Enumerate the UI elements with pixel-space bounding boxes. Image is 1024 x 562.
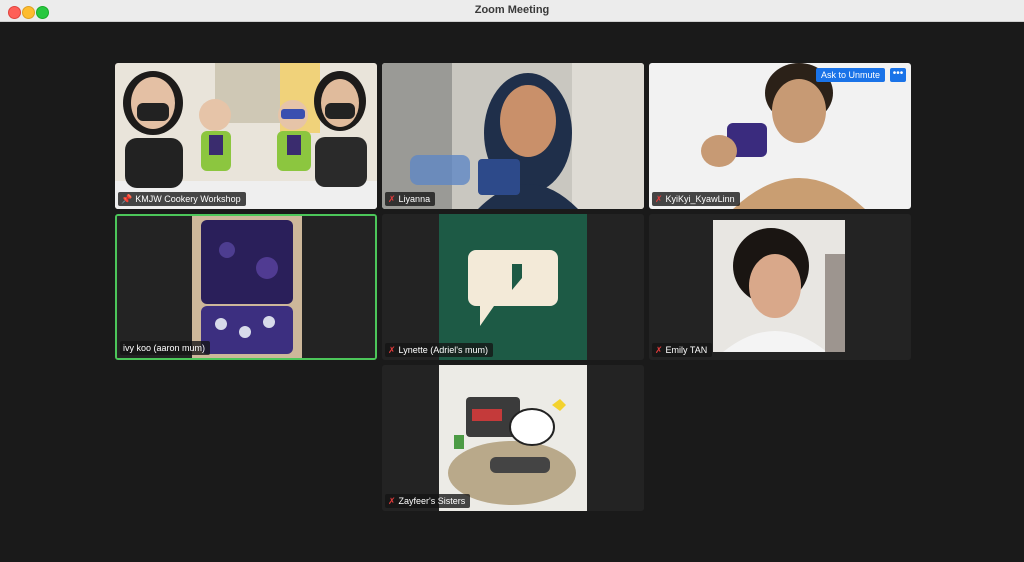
participant-tile[interactable]: ✗ Zayfeer's Sisters [382, 365, 644, 511]
participant-name: Liyanna [398, 194, 431, 204]
video-gallery: 📌 KMJW Cookery Workshop ✗ Liyanna Ask to… [0, 22, 1024, 562]
participant-tile[interactable]: ✗ Liyanna [382, 63, 644, 209]
participant-name-tag: ✗ Liyanna [385, 192, 436, 206]
participant-name: KMJW Cookery Workshop [135, 194, 241, 204]
video-feed [649, 214, 911, 360]
video-feed [382, 214, 644, 360]
window-title: Zoom Meeting [474, 4, 550, 16]
mic-off-icon: ✗ [655, 194, 663, 204]
participant-name: ivy koo (aaron mum) [123, 343, 206, 353]
more-options-button[interactable]: ••• [890, 68, 906, 82]
participant-name-tag: ivy koo (aaron mum) [120, 341, 211, 355]
participant-name-tag: ✗ Zayfeer's Sisters [385, 494, 471, 508]
participant-name-tag: ✗ Emily TAN [652, 343, 713, 357]
participant-tile[interactable]: Ask to Unmute ••• ✗ KyiKyi_KyawLinn [649, 63, 911, 209]
video-feed [117, 216, 375, 358]
participant-name-tag: ✗ KyiKyi_KyawLinn [652, 192, 740, 206]
title-bar: Zoom Meeting [0, 0, 1024, 22]
participant-tile[interactable]: 📌 KMJW Cookery Workshop [115, 63, 377, 209]
participant-tile[interactable]: ✗ Emily TAN [649, 214, 911, 360]
video-feed [382, 365, 644, 511]
mic-off-icon: ✗ [655, 345, 663, 355]
mic-off-icon: ✗ [388, 496, 396, 506]
ask-to-unmute-button[interactable]: Ask to Unmute [815, 68, 885, 82]
video-feed [649, 63, 911, 209]
participant-name-tag: 📌 KMJW Cookery Workshop [118, 192, 246, 206]
participant-tile[interactable]: ✗ Lynette (Adriel's mum) [382, 214, 644, 360]
mic-off-icon: ✗ [388, 345, 396, 355]
participant-name: KyiKyi_KyawLinn [665, 194, 735, 204]
participant-name-tag: ✗ Lynette (Adriel's mum) [385, 343, 493, 357]
participant-name: Emily TAN [665, 345, 708, 355]
pin-icon: 📌 [121, 194, 133, 204]
participant-name: Zayfeer's Sisters [398, 496, 466, 506]
participant-name: Lynette (Adriel's mum) [398, 345, 488, 355]
video-feed [382, 63, 644, 209]
participant-tile-active-speaker[interactable]: ivy koo (aaron mum) [115, 214, 377, 360]
video-feed [115, 63, 377, 209]
mic-off-icon: ✗ [388, 194, 396, 204]
